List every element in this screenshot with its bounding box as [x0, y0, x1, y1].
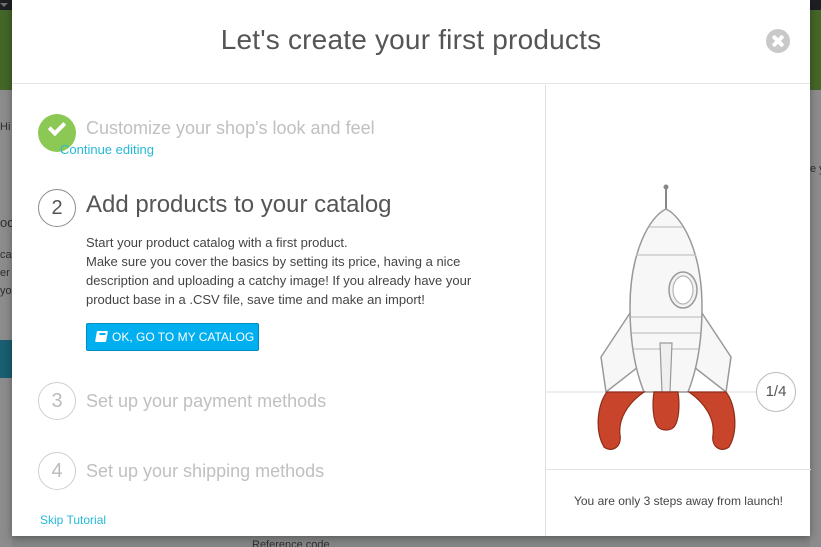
footer-divider — [546, 469, 811, 470]
close-icon[interactable] — [766, 29, 790, 53]
step-number-badge: 2 — [38, 189, 76, 227]
skip-tutorial-link[interactable]: Skip Tutorial — [40, 513, 106, 527]
step-number-badge: 4 — [38, 452, 76, 490]
step-title: Add products to your catalog — [86, 191, 392, 218]
onboarding-modal: Let's create your first products Customi… — [12, 0, 811, 536]
go-to-catalog-label: OK, GO TO MY CATALOG — [112, 330, 255, 344]
modal-title: Let's create your first products — [220, 24, 602, 55]
check-icon — [47, 117, 67, 137]
go-to-catalog-button[interactable]: OK, GO TO MY CATALOG — [86, 323, 259, 351]
progress-indicator: 1/4 — [756, 372, 796, 412]
step-description-intro: Start your product catalog with a first … — [86, 235, 348, 250]
step-number-badge: 3 — [38, 382, 76, 420]
step-description: Start your product catalog with a first … — [86, 233, 516, 309]
step-title: Set up your shipping methods — [86, 461, 325, 481]
modal-header: Let's create your first products — [12, 0, 810, 84]
book-icon — [95, 331, 108, 342]
step-title: Set up your payment methods — [86, 391, 327, 411]
step-title: Customize your shop's look and feel — [86, 118, 375, 138]
steps-remaining-text: You are only 3 steps away from launch! — [573, 494, 783, 508]
progress-panel: 1/4 You are only 3 steps away from launc… — [545, 85, 811, 536]
continue-editing-link[interactable]: Continue editing — [60, 142, 154, 157]
step-description-body: Make sure you cover the basics by settin… — [86, 254, 472, 307]
